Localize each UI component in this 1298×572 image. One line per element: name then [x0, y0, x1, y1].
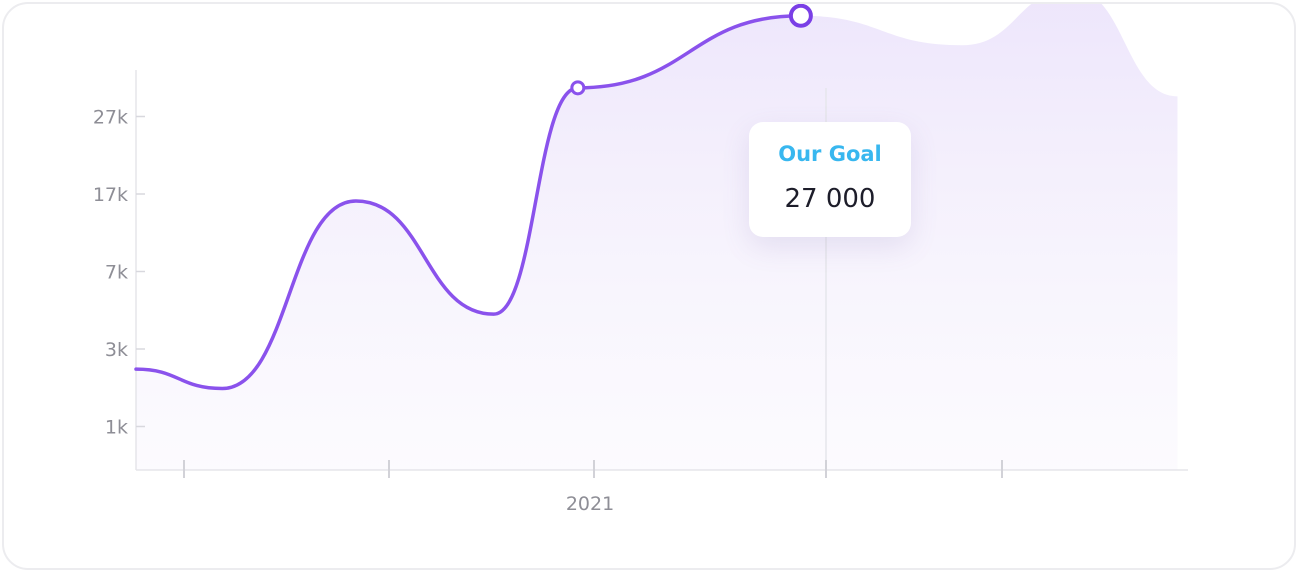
y-tick-label: 1k — [105, 417, 128, 439]
y-tick-label: 17k — [93, 184, 128, 206]
tooltip-value: 27 000 — [784, 184, 876, 214]
goal-tooltip: Our Goal 27 000 — [749, 122, 911, 237]
area-fill — [136, 4, 1178, 470]
y-tick-label: 7k — [105, 262, 128, 284]
y-tick-label: 3k — [105, 339, 128, 361]
goal-point-marker[interactable] — [788, 4, 813, 28]
data-point-marker[interactable] — [570, 80, 586, 96]
x-tick-label: 2021 — [566, 493, 614, 515]
chart-card: 1k 3k 7k 17k 27k 2021 Our Goal 27 000 — [2, 2, 1296, 570]
y-tick-label: 27k — [93, 107, 128, 129]
line-chart: 1k 3k 7k 17k 27k 2021 — [93, 4, 1188, 515]
tooltip-title: Our Goal — [778, 142, 882, 166]
